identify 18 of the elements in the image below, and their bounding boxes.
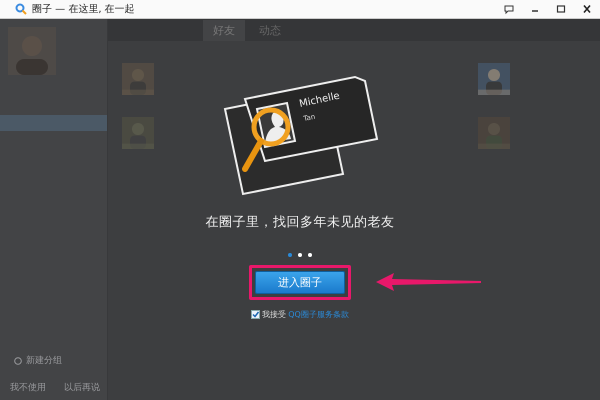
- page-dot[interactable]: [308, 253, 312, 257]
- checkbox[interactable]: [251, 310, 260, 319]
- tagline: 在圈子里，找回多年未见的老友: [206, 214, 394, 231]
- chat-bubble-icon[interactable]: [502, 3, 516, 15]
- agreement-label: 我接受: [262, 309, 286, 320]
- maximize-icon[interactable]: [554, 3, 568, 15]
- new-group-link[interactable]: 新建分组: [26, 354, 62, 367]
- add-icon[interactable]: [14, 356, 22, 364]
- page-dot[interactable]: [298, 253, 302, 257]
- page-dot[interactable]: [288, 253, 292, 257]
- app-logo-icon: [14, 3, 28, 15]
- window-title: 圈子 — 在这里, 在一起: [32, 2, 136, 16]
- card-name: Michelle: [298, 90, 341, 110]
- terms-link[interactable]: QQ圈子服务条款: [288, 309, 349, 320]
- enter-button[interactable]: 进入圈子: [255, 271, 345, 294]
- footer-link[interactable]: 以后再说: [64, 381, 100, 394]
- footer-link[interactable]: 我不使用: [10, 381, 46, 394]
- magnifier-icon: [242, 108, 290, 172]
